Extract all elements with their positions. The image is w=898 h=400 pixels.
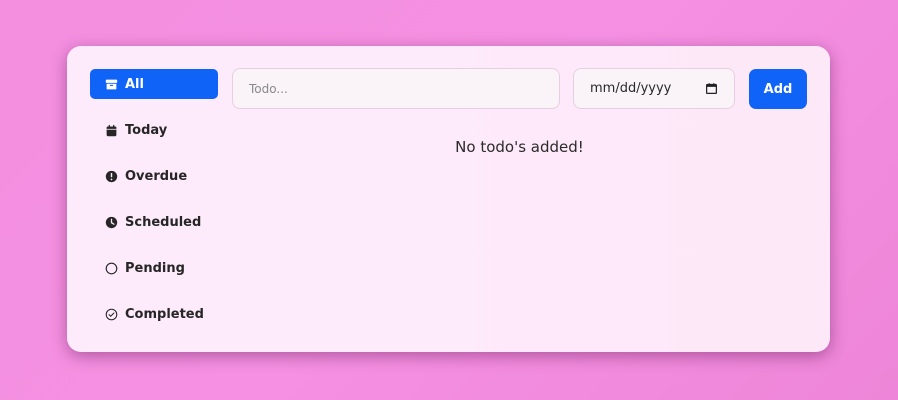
- calendar-icon: [105, 124, 118, 137]
- sidebar-item-label: Scheduled: [125, 214, 202, 230]
- check-circle-icon: [105, 308, 118, 321]
- sidebar-item-label: Overdue: [125, 168, 188, 184]
- sidebar-item-label: Completed: [125, 306, 204, 322]
- circle-outline-icon: [105, 262, 118, 275]
- add-button[interactable]: Add: [749, 69, 807, 109]
- sidebar-item-overdue[interactable]: Overdue: [90, 161, 218, 191]
- date-placeholder: mm/dd/yyyy: [590, 81, 672, 96]
- sidebar-item-today[interactable]: Today: [90, 115, 218, 145]
- empty-state-message: No todo's added!: [455, 138, 584, 156]
- sidebar-item-label: All: [125, 76, 144, 92]
- sidebar-item-all[interactable]: All: [90, 69, 218, 99]
- todo-card: All Today Overdue Scheduled Pending Comp…: [67, 46, 830, 352]
- sidebar-item-scheduled[interactable]: Scheduled: [90, 207, 218, 237]
- sidebar-item-completed[interactable]: Completed: [90, 299, 218, 329]
- exclamation-circle-icon: [105, 170, 118, 183]
- date-input[interactable]: mm/dd/yyyy: [573, 68, 735, 109]
- sidebar: All Today Overdue Scheduled Pending Comp…: [90, 69, 218, 345]
- archive-icon: [105, 78, 118, 91]
- todo-input[interactable]: [232, 68, 560, 109]
- sidebar-item-label: Pending: [125, 260, 185, 276]
- clock-icon: [105, 216, 118, 229]
- calendar-picker-icon[interactable]: [705, 82, 718, 95]
- sidebar-item-label: Today: [125, 122, 168, 138]
- sidebar-item-pending[interactable]: Pending: [90, 253, 218, 283]
